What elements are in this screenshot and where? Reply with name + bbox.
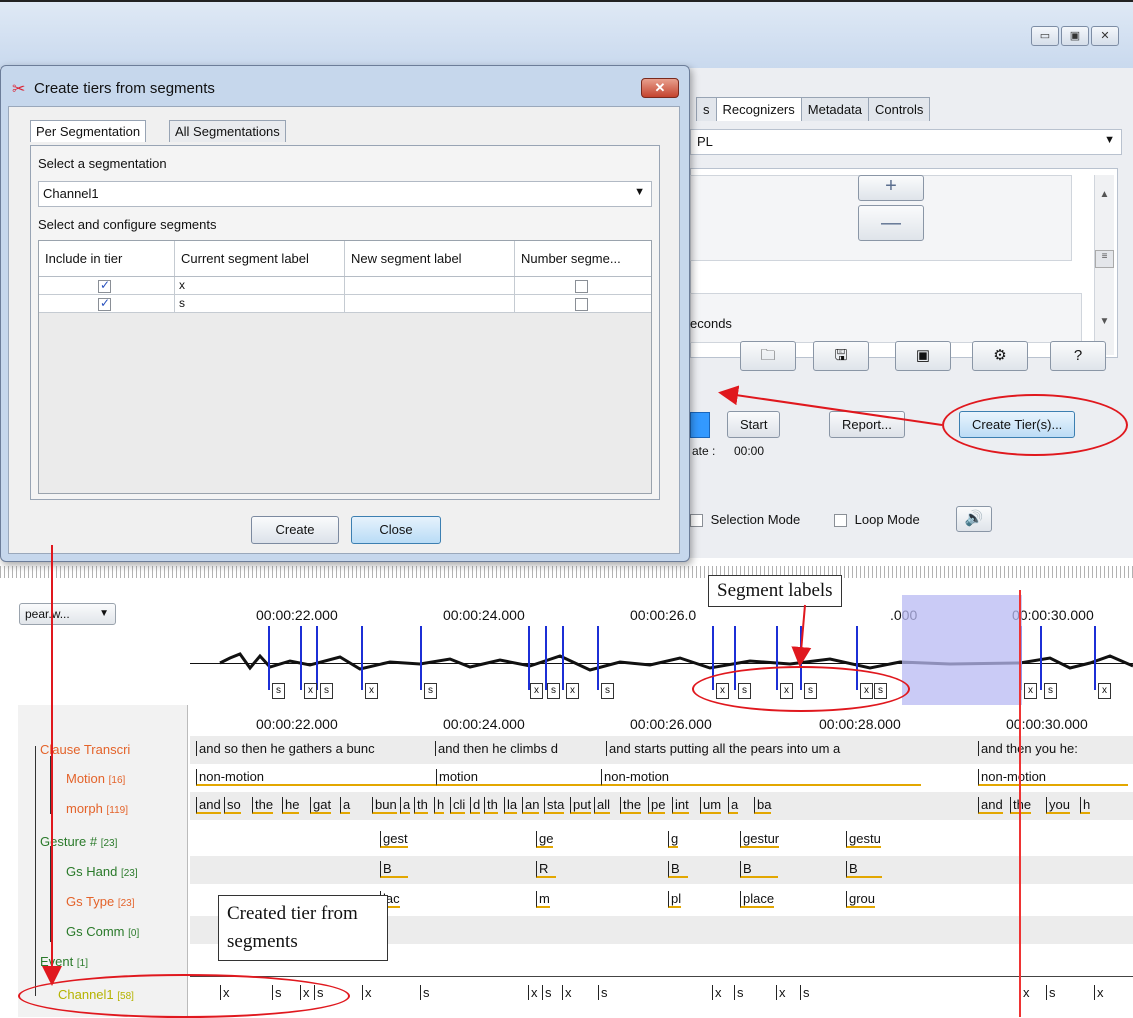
arrows-overlay: [42, 385, 943, 986]
arrow-to-segment-labels: [791, 604, 812, 667]
arrow-to-dialog: [718, 385, 943, 426]
